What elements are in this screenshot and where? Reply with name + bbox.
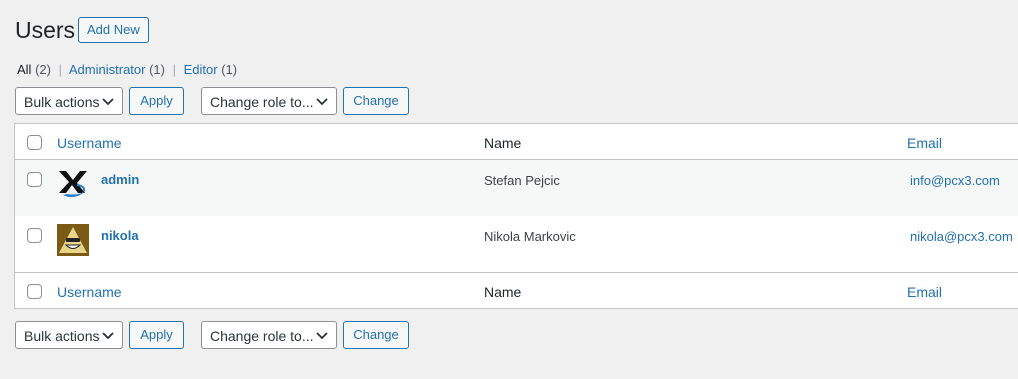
change-role-label: Change role to... [210,94,314,110]
chevron-down-icon [102,98,114,106]
bulk-actions-select-bottom[interactable]: Bulk actions [15,321,123,349]
chevron-down-icon [102,332,114,340]
filter-administrator-count: (1) [149,62,165,77]
role-filter-links: All (2) | Administrator (1) | Editor (1) [17,61,237,79]
chevron-down-icon [316,98,328,106]
filter-administrator-link[interactable]: Administrator [69,62,146,77]
column-name-footer: Name [484,284,522,300]
row-username-link[interactable]: admin [101,172,139,187]
change-role-select-bottom[interactable]: Change role to... [201,321,337,349]
apply-button-top[interactable]: Apply [129,87,184,115]
filter-editor-count: (1) [221,62,238,77]
row-name: Nikola Markovic [484,229,576,244]
column-email-header[interactable]: Email [907,134,942,152]
users-table: Username Name Email admin Stefan Pejcic … [14,123,1018,309]
bulk-actions-select-top[interactable]: Bulk actions [15,87,123,115]
column-name-header: Name [484,135,522,151]
change-role-label: Change role to... [210,328,314,344]
footer-divider [15,272,1018,273]
row-username-link[interactable]: nikola [101,228,139,243]
change-role-button-top[interactable]: Change [343,87,409,115]
bulk-actions-label: Bulk actions [24,328,100,344]
column-username-footer[interactable]: Username [57,283,122,301]
filter-separator: | [58,62,62,77]
row-email-link[interactable]: nikola@pcx3.com [910,228,1013,246]
chevron-down-icon [316,332,328,340]
page-title: Users [15,17,76,43]
select-all-checkbox-footer[interactable] [27,284,42,299]
row-name: Stefan Pejcic [484,173,560,188]
change-role-button-bottom[interactable]: Change [343,321,409,349]
change-role-select-top[interactable]: Change role to... [201,87,337,115]
xs-logo-avatar-icon [59,171,87,198]
filter-editor-link[interactable]: Editor [184,62,218,77]
select-all-checkbox[interactable] [27,135,42,150]
column-email-footer[interactable]: Email [907,283,942,301]
add-new-button[interactable]: Add New [78,17,149,43]
filter-all-count: (2) [35,62,51,77]
row-checkbox[interactable] [27,172,42,187]
filter-all-link[interactable]: All [17,62,31,77]
header-divider [15,159,1018,160]
row-checkbox[interactable] [27,228,42,243]
row-email-link[interactable]: info@pcx3.com [910,172,1000,190]
apply-button-bottom[interactable]: Apply [129,321,184,349]
pyramid-face-avatar-icon [57,224,89,256]
filter-separator: | [172,62,176,77]
bulk-actions-label: Bulk actions [24,94,100,110]
column-username-header[interactable]: Username [57,134,122,152]
